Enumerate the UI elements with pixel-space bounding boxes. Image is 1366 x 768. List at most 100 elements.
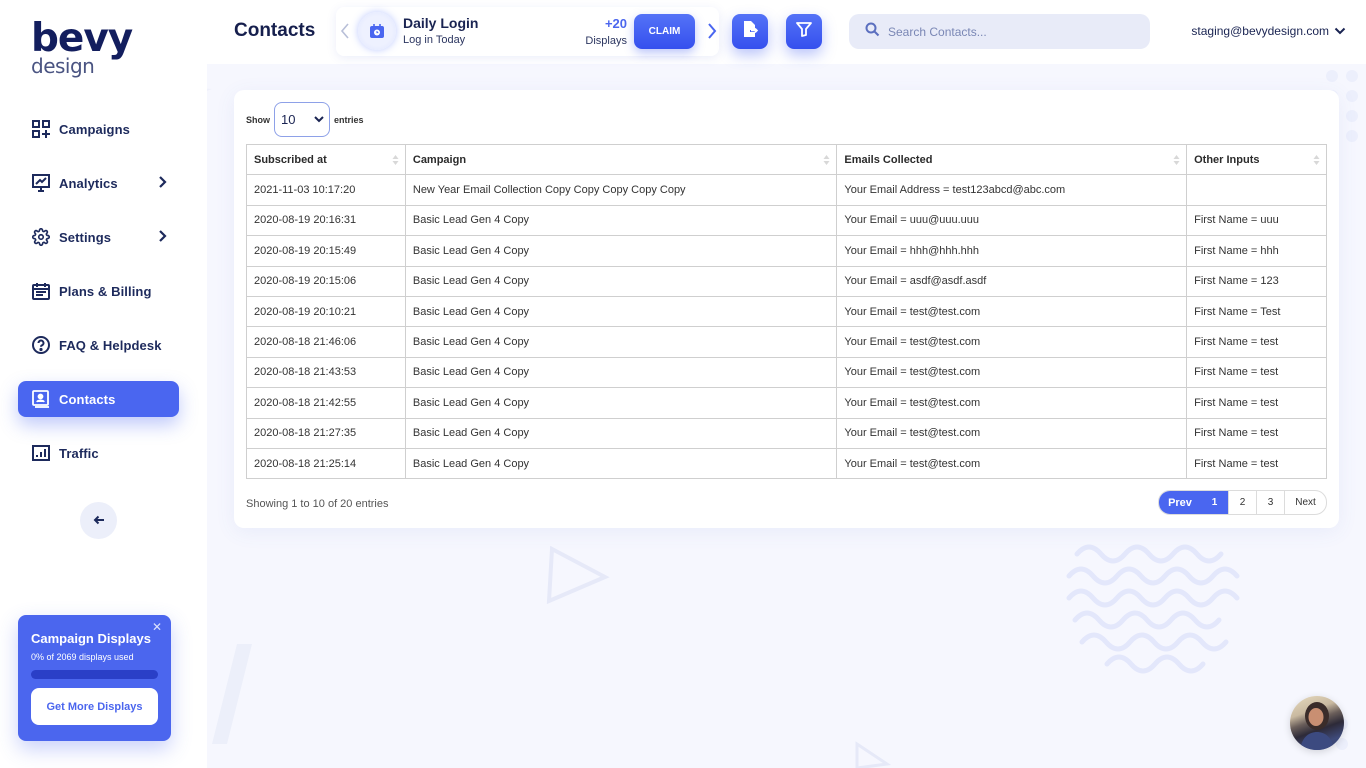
gear-icon bbox=[31, 228, 50, 247]
user-menu[interactable]: staging@bevydesign.com bbox=[1191, 24, 1346, 38]
sidebar-item-analytics[interactable]: Analytics bbox=[18, 165, 179, 201]
sidebar-item-label: Settings bbox=[59, 229, 112, 245]
arrow-left-icon bbox=[93, 512, 105, 530]
cell-subscribed-at: 2020-08-19 20:16:31 bbox=[246, 204, 406, 237]
page-button-3[interactable]: 3 bbox=[1256, 491, 1284, 514]
chevron-left-icon[interactable] bbox=[340, 22, 350, 45]
person-avatar-icon bbox=[1300, 702, 1334, 750]
table-row[interactable]: 2020-08-19 20:16:31 Basic Lead Gen 4 Copy… bbox=[246, 204, 1327, 237]
cell-campaign: Basic Lead Gen 4 Copy bbox=[404, 387, 838, 419]
table-row[interactable]: 2021-11-03 10:17:20 New Year Email Collec… bbox=[246, 174, 1327, 206]
cell-campaign: Basic Lead Gen 4 Copy bbox=[404, 295, 838, 328]
displays-progress-bar bbox=[31, 670, 158, 679]
support-chat-avatar[interactable] bbox=[1290, 696, 1344, 750]
cell-subscribed-at: 2020-08-19 20:15:06 bbox=[246, 265, 406, 297]
table-row[interactable]: 2020-08-19 20:10:21 Basic Lead Gen 4 Copy… bbox=[246, 295, 1327, 328]
column-header-emails-collected[interactable]: Emails Collected bbox=[836, 143, 1188, 176]
search-input[interactable] bbox=[888, 24, 1128, 39]
top-header: Contacts Daily Login Log in Today +20 Di… bbox=[207, 0, 1366, 64]
entries-per-page-select[interactable]: 10 bbox=[274, 102, 330, 137]
calendar-billing-icon bbox=[31, 282, 50, 301]
cell-subscribed-at: 2020-08-18 21:43:53 bbox=[246, 356, 406, 389]
page-title: Contacts bbox=[234, 20, 316, 41]
sort-icon bbox=[1313, 154, 1320, 169]
sidebar-item-contacts[interactable]: Contacts bbox=[18, 381, 179, 417]
column-header-subscribed-at[interactable]: Subscribed at bbox=[246, 143, 406, 176]
cell-emails-collected: Your Email = test@test.com bbox=[836, 447, 1188, 480]
contacts-table: Subscribed at Campaign Emails Collected … bbox=[246, 143, 1327, 480]
column-label: Subscribed at bbox=[254, 153, 327, 166]
column-label: Other Inputs bbox=[1194, 153, 1260, 166]
question-circle-icon bbox=[31, 336, 50, 355]
collapse-sidebar-button[interactable] bbox=[80, 502, 117, 539]
claim-button[interactable]: CLAIM bbox=[634, 14, 695, 49]
sort-icon bbox=[392, 154, 399, 169]
cell-other-inputs: First Name = uuu bbox=[1186, 204, 1327, 237]
prev-page-button[interactable]: Prev bbox=[1159, 491, 1201, 514]
daily-login-subtitle: Log in Today bbox=[403, 34, 466, 46]
search-icon bbox=[865, 22, 880, 42]
chevron-right-icon[interactable] bbox=[707, 22, 717, 45]
sidebar-item-label: Traffic bbox=[59, 445, 99, 461]
cell-campaign: Basic Lead Gen 4 Copy bbox=[404, 447, 838, 480]
column-label: Campaign bbox=[412, 153, 467, 166]
reward-unit: Displays bbox=[585, 35, 627, 47]
chevron-right-icon bbox=[158, 229, 167, 248]
cell-other-inputs: First Name = Test bbox=[1186, 295, 1327, 328]
chevron-right-icon bbox=[158, 175, 167, 194]
sort-icon bbox=[1173, 154, 1180, 169]
filter-button[interactable] bbox=[786, 14, 822, 49]
contacts-table-card: Show 10 entries Subscribed at Campaign E… bbox=[234, 90, 1339, 528]
table-row[interactable]: 2020-08-19 20:15:49 Basic Lead Gen 4 Copy… bbox=[246, 235, 1327, 267]
table-row[interactable]: 2020-08-18 21:43:53 Basic Lead Gen 4 Copy… bbox=[246, 356, 1327, 389]
cell-other-inputs: First Name = hhh bbox=[1186, 235, 1327, 267]
calendar-clock-icon bbox=[358, 12, 396, 50]
daily-login-title: Daily Login bbox=[403, 15, 479, 31]
table-row[interactable]: 2020-08-18 21:46:06 Basic Lead Gen 4 Copy… bbox=[246, 326, 1327, 358]
export-file-icon bbox=[741, 20, 759, 43]
cell-emails-collected: Your Email = test@test.com bbox=[836, 326, 1188, 358]
sidebar-item-plans-billing[interactable]: Plans & Billing bbox=[18, 273, 179, 309]
cell-emails-collected: Your Email = uuu@uuu.uuu bbox=[836, 204, 1188, 237]
cell-campaign: Basic Lead Gen 4 Copy bbox=[404, 204, 838, 237]
close-icon[interactable]: ✕ bbox=[152, 620, 162, 634]
cell-subscribed-at: 2020-08-19 20:10:21 bbox=[246, 295, 406, 328]
sidebar-item-faq-helpdesk[interactable]: FAQ & Helpdesk bbox=[18, 327, 179, 363]
sidebar-item-label: Contacts bbox=[59, 391, 116, 407]
cell-campaign: Basic Lead Gen 4 Copy bbox=[404, 356, 838, 389]
campaigns-grid-icon bbox=[31, 120, 50, 139]
promo-subtitle: 0% of 2069 displays used bbox=[31, 652, 134, 662]
promo-title: Campaign Displays bbox=[31, 631, 151, 646]
cell-emails-collected: Your Email Address = test123abcd@abc.com bbox=[836, 174, 1188, 206]
page-button-1[interactable]: 1 bbox=[1201, 491, 1228, 514]
cell-campaign: Basic Lead Gen 4 Copy bbox=[404, 326, 838, 358]
cell-other-inputs: First Name = test bbox=[1186, 447, 1327, 480]
column-label: Emails Collected bbox=[844, 153, 933, 166]
table-row[interactable]: 2020-08-18 21:42:55 Basic Lead Gen 4 Copy… bbox=[246, 387, 1327, 419]
cell-emails-collected: Your Email = hhh@hhh.hhh bbox=[836, 235, 1188, 267]
cell-other-inputs: First Name = test bbox=[1186, 326, 1327, 358]
cell-subscribed-at: 2020-08-18 21:25:14 bbox=[246, 447, 406, 480]
analytics-monitor-icon bbox=[31, 174, 50, 193]
column-header-other-inputs[interactable]: Other Inputs bbox=[1186, 143, 1327, 176]
contact-card-icon bbox=[31, 390, 50, 409]
cell-campaign: Basic Lead Gen 4 Copy bbox=[404, 235, 838, 267]
table-row[interactable]: 2020-08-18 21:25:14 Basic Lead Gen 4 Copy… bbox=[246, 447, 1327, 480]
cell-subscribed-at: 2020-08-18 21:42:55 bbox=[246, 387, 406, 419]
column-header-campaign[interactable]: Campaign bbox=[404, 143, 838, 176]
cell-emails-collected: Your Email = test@test.com bbox=[836, 295, 1188, 328]
traffic-chart-icon bbox=[31, 444, 50, 463]
brand-logo[interactable]: bevy design bbox=[31, 19, 133, 76]
page-button-2[interactable]: 2 bbox=[1228, 491, 1256, 514]
export-button[interactable] bbox=[732, 14, 768, 49]
get-more-displays-button[interactable]: Get More Displays bbox=[31, 688, 158, 725]
reward-amount: +20 bbox=[604, 16, 627, 31]
sidebar-item-traffic[interactable]: Traffic bbox=[18, 435, 179, 471]
table-row[interactable]: 2020-08-18 21:27:35 Basic Lead Gen 4 Copy… bbox=[246, 417, 1327, 449]
sidebar-item-settings[interactable]: Settings bbox=[18, 219, 179, 255]
table-row[interactable]: 2020-08-19 20:15:06 Basic Lead Gen 4 Copy… bbox=[246, 265, 1327, 297]
next-page-button[interactable]: Next bbox=[1284, 491, 1326, 514]
sidebar-item-label: Analytics bbox=[59, 175, 118, 191]
cell-campaign: Basic Lead Gen 4 Copy bbox=[404, 417, 838, 449]
sidebar-item-campaigns[interactable]: Campaigns bbox=[18, 111, 179, 147]
